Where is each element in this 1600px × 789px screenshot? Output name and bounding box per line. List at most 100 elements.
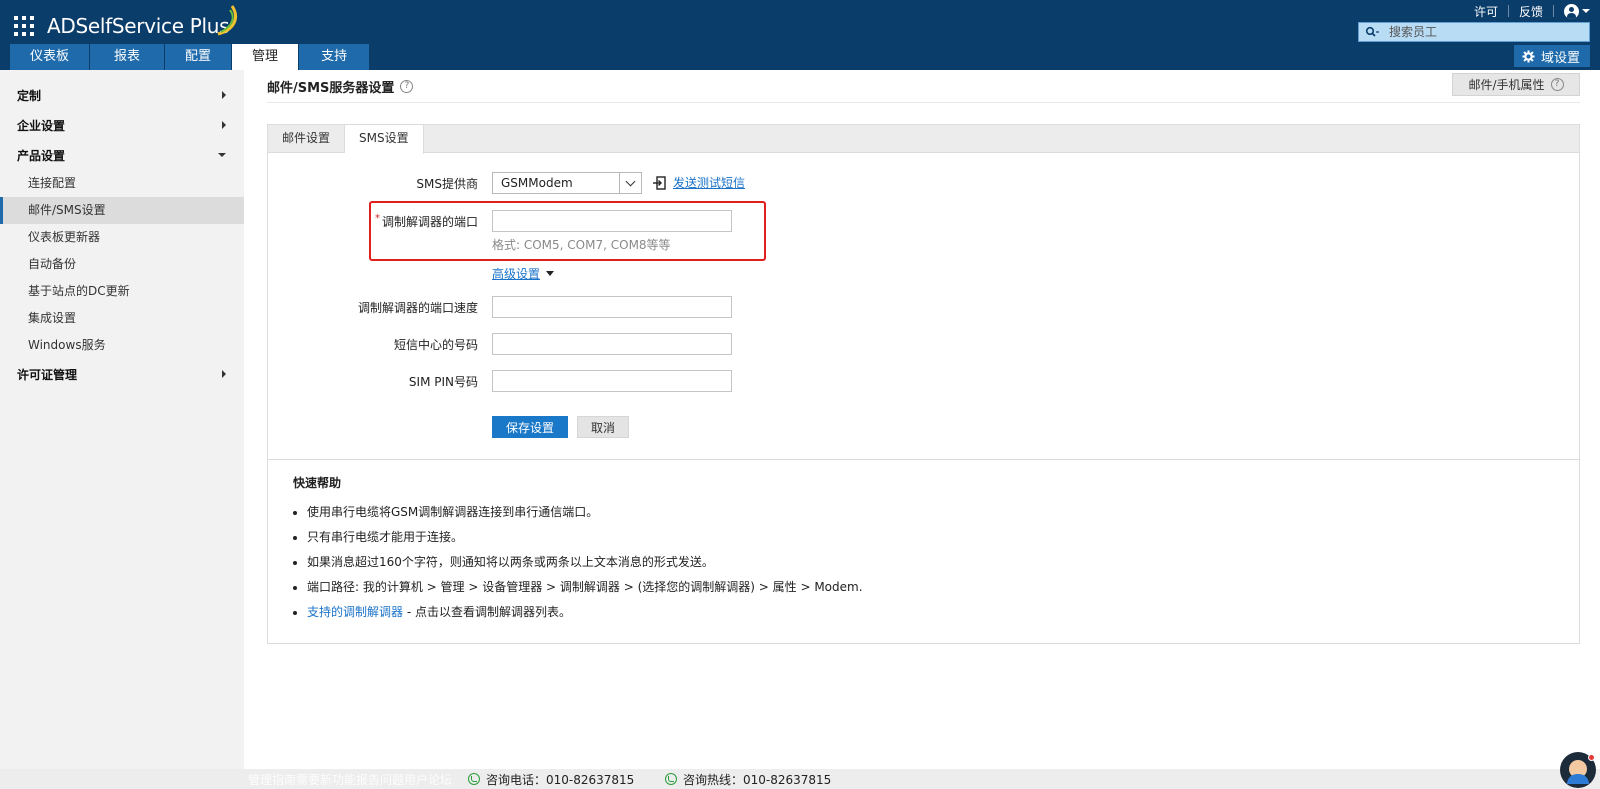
port-speed-input[interactable] [492, 296, 732, 318]
sidebar-group-label: 企业设置 [17, 118, 66, 133]
sidebar-group-license[interactable]: 许可证管理 [0, 359, 244, 389]
sidebar-item-windows-service[interactable]: Windows服务 [0, 332, 244, 359]
agent-avatar-shirt [1567, 774, 1589, 784]
help-text: 使用串行电缆将GSM调制解调器连接到串行通信端口。 [307, 505, 599, 519]
phone-icon [665, 773, 677, 785]
tab-dashboard[interactable]: 仪表板 [10, 44, 90, 70]
tab-reports[interactable]: 报表 [90, 44, 165, 70]
hotline-text: 咨询热线：010-82637815 [683, 772, 832, 787]
sidebar-group-label: 许可证管理 [17, 367, 78, 382]
chevron-right-icon [222, 91, 226, 99]
chevron-right-icon [222, 121, 226, 129]
footer-phone: 咨询电话：010-82637815 [468, 771, 634, 788]
advanced-settings-toggle[interactable]: 高级设置 [492, 265, 555, 282]
page-title: 邮件/SMS服务器设置 [267, 80, 395, 96]
properties-label: 邮件/手机属性 [1468, 78, 1545, 92]
supported-modems-link[interactable]: 支持的调制解调器 [307, 600, 403, 625]
list-item: 如果消息超过160个字符，则通知将以两条或两条以上文本消息的形式发送。 [293, 550, 863, 575]
port-speed-label: 调制解调器的端口速度 [357, 301, 478, 315]
bullet [293, 510, 297, 515]
top-links: 许可 反馈 [1464, 2, 1590, 20]
tab-sms-settings[interactable]: SMS设置 [345, 125, 424, 154]
sidebar-item-site-dc-update[interactable]: 基于站点的DC更新 [0, 278, 244, 305]
required-marker: * [374, 213, 380, 224]
sidebar-group-customize[interactable]: 定制 [0, 80, 244, 110]
license-link[interactable]: 许可 [1464, 3, 1508, 20]
chevron-down-icon [218, 153, 226, 157]
modem-port-input[interactable] [492, 210, 732, 232]
tab-mail-settings[interactable]: 邮件设置 [268, 125, 346, 153]
main-nav: 仪表板 报表 配置 管理 支持 [10, 44, 370, 70]
sim-pin-input[interactable] [492, 370, 732, 392]
chevron-down-icon [1582, 9, 1590, 13]
mail-phone-properties-button[interactable]: 邮件/手机属性 ? [1452, 73, 1580, 96]
help-text: 端口路径: 我的计算机 > 管理 > 设备管理器 > 调制解调器 > (选择您的… [307, 580, 863, 594]
gear-icon [1522, 49, 1535, 63]
panel-tabs: 邮件设置 SMS设置 [268, 125, 1579, 154]
bullet [293, 535, 297, 540]
help-icon: ? [1550, 78, 1564, 91]
send-test-sms-link[interactable]: 发送测试短信 [673, 174, 745, 191]
list-item: 只有串行电缆才能用于连接。 [293, 525, 863, 550]
search-box [1358, 22, 1590, 42]
search-icon[interactable] [1359, 23, 1385, 41]
modem-port-label-text: 调制解调器的端口 [381, 215, 478, 229]
phone-text: 咨询电话：010-82637815 [486, 772, 635, 787]
sms-provider-label: SMS提供商 [416, 177, 478, 191]
bullet [293, 585, 297, 590]
tab-configuration[interactable]: 配置 [165, 44, 232, 70]
send-test-sms[interactable]: 发送测试短信 [653, 174, 745, 191]
logo-swoosh-icon [217, 5, 237, 36]
dropdown-toggle[interactable] [619, 173, 641, 193]
advanced-settings-link[interactable]: 高级设置 [492, 265, 540, 282]
caret-down-icon [546, 271, 555, 276]
quick-help-title: 快速帮助 [293, 476, 342, 490]
page-title-row: 邮件/SMS服务器设置 ? [267, 76, 414, 96]
sidebar-item-integration[interactable]: 集成设置 [0, 305, 244, 332]
sms-center-label: 短信中心的号码 [393, 338, 478, 352]
modem-port-hint: 格式: COM5, COM7, COM8等等 [492, 238, 671, 252]
chevron-right-icon [222, 370, 226, 378]
cancel-button[interactable]: 取消 [577, 416, 629, 438]
list-item: 端口路径: 我的计算机 > 管理 > 设备管理器 > 调制解调器 > (选择您的… [293, 575, 863, 600]
search-input[interactable] [1385, 23, 1589, 41]
sms-provider-select[interactable]: GSMModem [492, 172, 642, 194]
sidebar-item-dashboard-updater[interactable]: 仪表板更新器 [0, 224, 244, 251]
send-sms-icon [653, 175, 666, 190]
modem-port-label: * 调制解调器的端口 [278, 213, 478, 230]
app-logo: ADSelfService Plus [47, 14, 230, 38]
save-settings-button[interactable]: 保存设置 [492, 416, 568, 438]
footer-links[interactable]: 管理指南需要新功能报告问题用户论坛 [248, 771, 452, 788]
app-grid-icon[interactable] [14, 16, 34, 36]
bullet [293, 610, 297, 615]
tab-admin[interactable]: 管理 [232, 44, 299, 70]
sms-provider-value: GSMModem [501, 176, 573, 190]
bullet [293, 560, 297, 565]
list-item: 使用串行电缆将GSM调制解调器连接到串行通信端口。 [293, 500, 863, 525]
sidebar-group-label: 产品设置 [17, 148, 66, 163]
list-item: 支持的调制解调器 - 点击以查看调制解调器列表。 [293, 600, 863, 625]
footer-hotline: 咨询热线：010-82637815 [665, 771, 831, 788]
sidebar-group-product[interactable]: 产品设置 [0, 140, 244, 170]
tab-support[interactable]: 支持 [299, 44, 370, 70]
quick-help-list: 使用串行电缆将GSM调制解调器连接到串行通信端口。 只有串行电缆才能用于连接。 … [293, 500, 863, 625]
sidebar-item-auto-backup[interactable]: 自动备份 [0, 251, 244, 278]
help-text: 如果消息超过160个字符，则通知将以两条或两条以上文本消息的形式发送。 [307, 555, 714, 569]
user-menu-button[interactable] [1554, 3, 1590, 19]
sidebar-group-enterprise[interactable]: 企业设置 [0, 110, 244, 140]
feedback-link[interactable]: 反馈 [1509, 3, 1553, 20]
sms-center-input[interactable] [492, 333, 732, 355]
domain-settings-label: 域设置 [1540, 50, 1580, 66]
sidebar: 定制 企业设置 产品设置 连接配置 邮件/SMS设置 仪表板更新器 自动备份 基… [0, 70, 244, 769]
top-header: ADSelfService Plus 许可 反馈 仪表板 报表 配置 管理 支持 [0, 0, 1600, 70]
support-chat-button[interactable] [1560, 752, 1596, 788]
sidebar-item-mail-sms[interactable]: 邮件/SMS设置 [0, 197, 244, 224]
domain-settings-button[interactable]: 域设置 [1513, 45, 1590, 67]
phone-icon [468, 773, 480, 785]
sim-pin-label: SIM PIN号码 [408, 375, 478, 389]
notification-dot [1588, 754, 1595, 761]
sidebar-item-connection[interactable]: 连接配置 [0, 170, 244, 197]
help-text: 只有串行电缆才能用于连接。 [307, 530, 464, 544]
divider [267, 102, 1580, 103]
help-icon[interactable]: ? [400, 79, 414, 93]
